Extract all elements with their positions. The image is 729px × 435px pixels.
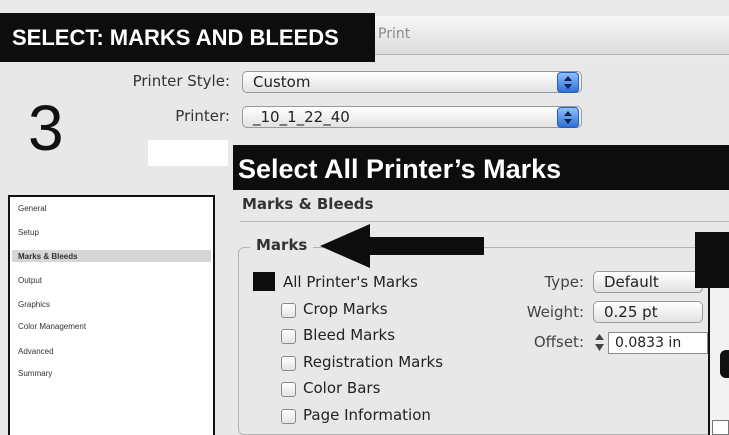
offset-label: Offset:	[533, 333, 584, 351]
sidebar-item-marks-bleeds[interactable]: Marks & Bleeds	[18, 252, 78, 261]
bleed-marks-label: Bleed Marks	[303, 326, 396, 344]
step-title-banner: SELECT: MARKS AND BLEEDS	[0, 13, 375, 62]
cropped-glyph	[720, 350, 729, 378]
instruction-banner: Select All Printer’s Marks	[233, 145, 729, 190]
printer-label: Printer:	[175, 107, 230, 125]
cropped-control	[712, 420, 729, 435]
bleed-marks-checkbox[interactable]	[281, 329, 296, 344]
sidebar-item-advanced[interactable]: Advanced	[18, 347, 54, 356]
all-printers-marks-checkbox[interactable]	[253, 272, 275, 291]
sidebar-item-color-management[interactable]: Color Management	[18, 322, 86, 331]
registration-marks-checkbox[interactable]	[281, 356, 296, 371]
secondary-window-edge	[708, 288, 729, 435]
crop-marks-label: Crop Marks	[303, 300, 388, 318]
weight-popup[interactable]: 0.25 pt	[593, 301, 703, 323]
sidebar-item-graphics[interactable]: Graphics	[18, 300, 50, 309]
arrow-left-icon	[320, 224, 484, 268]
color-bars-label: Color Bars	[303, 379, 381, 397]
popup-stepper-icon[interactable]	[557, 72, 579, 93]
offset-field[interactable]: 0.0833 in	[608, 332, 708, 354]
crop-marks-checkbox[interactable]	[281, 303, 296, 318]
offset-stepper-arrows[interactable]	[592, 332, 607, 353]
sidebar-item-summary[interactable]: Summary	[18, 369, 52, 378]
printer-style-label: Printer Style:	[132, 72, 230, 90]
page-information-label: Page Information	[303, 406, 431, 424]
overlay-dark-block	[695, 232, 729, 288]
step-number: 3	[28, 92, 64, 164]
printer-value: _10_1_22_40	[253, 108, 350, 126]
weight-value: 0.25 pt	[604, 303, 658, 321]
weight-label: Weight:	[526, 303, 584, 321]
sidebar-item-general[interactable]: General	[18, 204, 46, 213]
marks-group-label: Marks	[250, 236, 314, 254]
printer-style-value: Custom	[253, 73, 311, 91]
type-label: Type:	[544, 273, 584, 291]
all-printers-marks-label: All Printer's Marks	[283, 273, 418, 291]
window-title: Print	[378, 26, 411, 42]
sidebar-item-output[interactable]: Output	[18, 276, 42, 285]
color-bars-checkbox[interactable]	[281, 382, 296, 397]
printer-popup[interactable]: _10_1_22_40	[242, 106, 582, 128]
printer-style-popup[interactable]: Custom	[242, 71, 582, 93]
section-title: Marks & Bleeds	[242, 195, 374, 213]
category-list: General Setup Marks & Bleeds Output Grap…	[8, 195, 215, 435]
registration-marks-label: Registration Marks	[303, 353, 444, 371]
type-value: Default	[604, 273, 659, 291]
page-information-checkbox[interactable]	[281, 409, 296, 424]
stepper-arrows-icon	[595, 334, 604, 351]
blank-area	[148, 140, 228, 166]
type-popup[interactable]: Default	[593, 271, 703, 293]
popup-stepper-icon[interactable]	[557, 107, 579, 128]
sidebar-item-setup[interactable]: Setup	[18, 228, 39, 237]
